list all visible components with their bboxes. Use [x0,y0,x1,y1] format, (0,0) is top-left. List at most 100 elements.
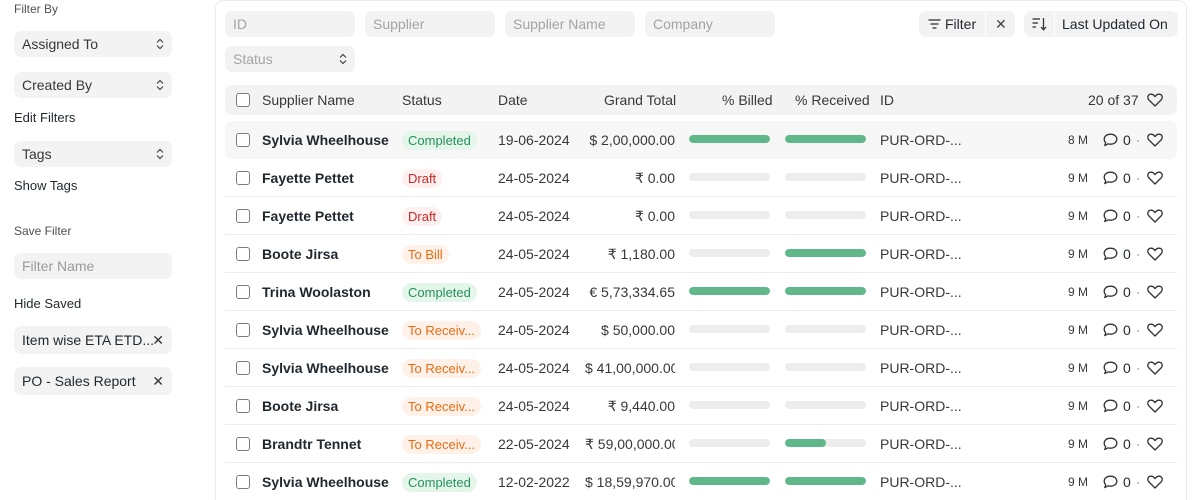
row-checkbox[interactable] [236,285,250,299]
sort-field-label[interactable]: Last Updated On [1062,11,1168,37]
row-checkbox[interactable] [236,475,250,489]
date-cell: 19-06-2024 [498,132,570,148]
company-filter-input[interactable]: Company [645,11,775,37]
comment-icon[interactable] [1103,285,1118,299]
supplier-name-cell[interactable]: Fayette Pettet [262,159,397,197]
id-cell[interactable]: PUR-ORD-... [880,425,962,463]
assigned-to-select[interactable]: Assigned To [14,31,172,57]
table-row[interactable]: Fayette Pettet Draft 24-05-2024 ₹ 0.00 PUR-O… [225,197,1177,235]
comment-icon[interactable] [1103,323,1118,337]
select-all-checkbox[interactable] [236,93,250,107]
row-checkbox[interactable] [236,361,250,375]
id-cell[interactable]: PUR-ORD-... [880,197,962,235]
supplier-name-cell[interactable]: Sylvia Wheelhouse [262,311,397,349]
comment-icon[interactable] [1103,361,1118,375]
comment-icon[interactable] [1103,247,1118,261]
date-cell: 22-05-2024 [498,436,570,452]
modified-cell: 9 M [1068,247,1089,261]
comment-icon[interactable] [1103,475,1118,489]
id-cell[interactable]: PUR-ORD-... [880,121,962,159]
table-row[interactable]: Boote Jirsa To Receiv... 24-05-2024 ₹ 9,440… [225,387,1177,425]
table-row[interactable]: Sylvia Wheelhouse Completed 19-06-2024 $ 2,… [225,121,1177,159]
id-cell[interactable]: PUR-ORD-... [880,463,962,500]
comment-count: 0 [1123,360,1131,376]
chevron-up-down-icon [156,72,164,102]
table-row[interactable]: Boote Jirsa To Bill 24-05-2024 ₹ 1,180.00 PU… [225,235,1177,273]
table-row[interactable]: Sylvia Wheelhouse Completed 12-02-2022 $ 18… [225,463,1177,500]
id-cell[interactable]: PUR-ORD-... [880,387,962,425]
id-cell[interactable]: PUR-ORD-... [880,273,962,311]
row-checkbox[interactable] [236,247,250,261]
row-checkbox[interactable] [236,323,250,337]
modified-cell: 9 M [1068,209,1089,223]
status-filter-select[interactable]: Status [225,46,355,72]
comment-icon[interactable] [1103,209,1118,223]
id-cell[interactable]: PUR-ORD-... [880,349,962,387]
heart-icon[interactable] [1147,475,1163,489]
sort-button[interactable]: Last Updated On [1024,11,1178,37]
saved-filter-pill[interactable]: Item wise ETA ETD... ✕ [14,326,172,354]
comment-icon[interactable] [1103,437,1118,451]
separator-dot: · [1136,437,1140,451]
table-row[interactable]: Fayette Pettet Draft 24-05-2024 ₹ 0.00 PUR-O… [225,159,1177,197]
table-row[interactable]: Sylvia Wheelhouse To Receiv... 24-05-2024 $… [225,311,1177,349]
comment-icon[interactable] [1103,133,1118,147]
supplier-name-cell[interactable]: Fayette Pettet [262,197,397,235]
saved-filter-label: PO - Sales Report [22,373,136,389]
supplier-name-cell[interactable]: Sylvia Wheelhouse [262,121,397,159]
id-cell[interactable]: PUR-ORD-... [880,311,962,349]
close-icon[interactable]: ✕ [152,326,164,354]
saved-filter-pill[interactable]: PO - Sales Report ✕ [14,367,172,395]
modified-cell: 9 M [1068,475,1089,489]
status-filter-label: Status [233,51,273,67]
edit-filters-link[interactable]: Edit Filters [14,110,75,125]
heart-icon[interactable] [1147,133,1163,147]
row-checkbox[interactable] [236,437,250,451]
heart-icon[interactable] [1147,209,1163,223]
filter-button[interactable]: Filter ✕ [919,11,1015,37]
supplier-name-cell[interactable]: Boote Jirsa [262,235,397,273]
supplier-name-cell[interactable]: Sylvia Wheelhouse [262,349,397,387]
heart-icon[interactable] [1147,247,1163,261]
id-cell[interactable]: PUR-ORD-... [880,235,962,273]
show-tags-link[interactable]: Show Tags [14,178,77,193]
heart-icon[interactable] [1147,93,1163,107]
row-checkbox[interactable] [236,171,250,185]
hide-saved-link[interactable]: Hide Saved [14,296,81,311]
billed-progress-bar [689,249,770,257]
sort-descending-icon[interactable] [1032,17,1047,31]
supplier-name-cell[interactable]: Boote Jirsa [262,387,397,425]
supplier-name-cell[interactable]: Trina Woolaston [262,273,397,311]
supplier-filter-input[interactable]: Supplier [365,11,495,37]
received-progress-bar [785,287,866,295]
close-icon[interactable]: ✕ [152,367,164,395]
row-checkbox[interactable] [236,133,250,147]
heart-icon[interactable] [1147,399,1163,413]
modified-cell: 9 M [1068,361,1089,375]
supplier-name-cell[interactable]: Brandtr Tennet [262,425,397,463]
created-by-select[interactable]: Created By [14,72,172,98]
table-row[interactable]: Brandtr Tennet To Receiv... 22-05-2024 ₹ 59… [225,425,1177,463]
heart-icon[interactable] [1147,323,1163,337]
row-checkbox[interactable] [236,209,250,223]
heart-icon[interactable] [1147,437,1163,451]
heart-icon[interactable] [1147,361,1163,375]
supplier-name-cell[interactable]: Sylvia Wheelhouse [262,463,397,500]
supplier-name-filter-input[interactable]: Supplier Name [505,11,635,37]
comment-icon[interactable] [1103,399,1118,413]
table-row[interactable]: Sylvia Wheelhouse To Receiv... 24-05-2024 $… [225,349,1177,387]
grand-total-cell: $ 2,00,000.00 [589,132,675,148]
tags-select[interactable]: Tags [14,141,172,167]
filter-name-input[interactable]: Filter Name [14,253,172,279]
received-progress-fill [785,439,826,447]
table-row[interactable]: Trina Woolaston Completed 24-05-2024 € 5,73… [225,273,1177,311]
comment-icon[interactable] [1103,171,1118,185]
id-filter-input[interactable]: ID [225,11,355,37]
close-icon[interactable]: ✕ [995,11,1007,37]
row-checkbox[interactable] [236,399,250,413]
separator-dot: · [1136,361,1140,375]
heart-icon[interactable] [1147,171,1163,185]
id-cell[interactable]: PUR-ORD-... [880,159,962,197]
separator-dot: · [1136,285,1140,299]
heart-icon[interactable] [1147,285,1163,299]
